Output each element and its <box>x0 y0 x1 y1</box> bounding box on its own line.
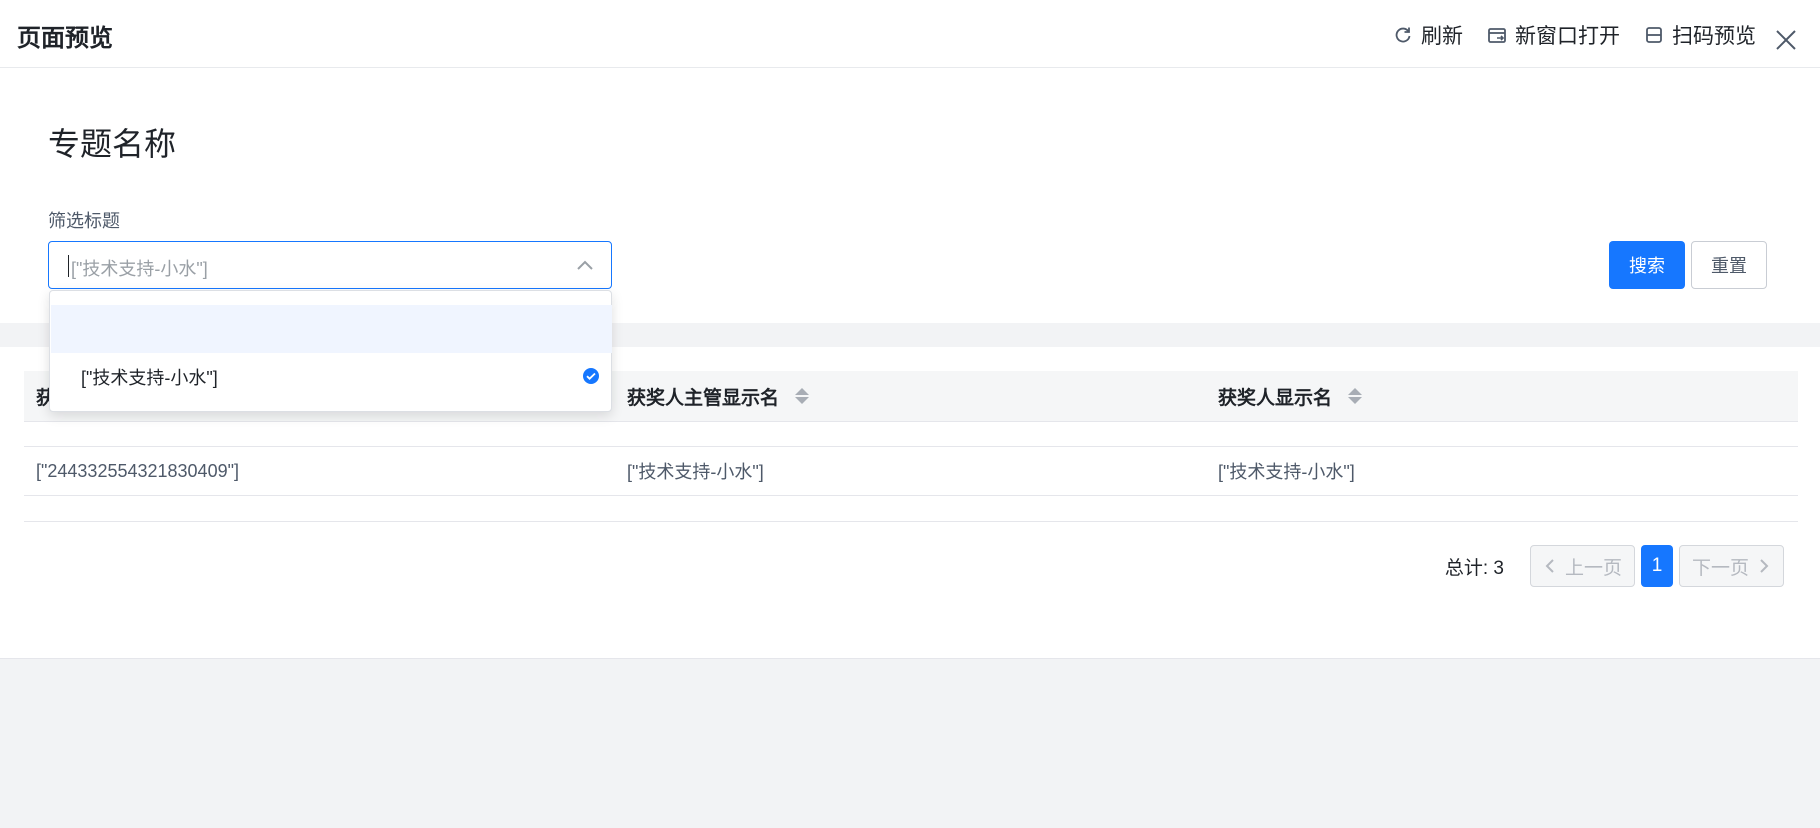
refresh-button[interactable]: 刷新 <box>1393 20 1463 50</box>
header-actions: 刷新 新窗口打开 扫码预览 <box>1393 20 1756 50</box>
scan-preview-label: 扫码预览 <box>1672 25 1756 48</box>
page-title: 页面预览 <box>17 25 113 52</box>
open-new-window-button[interactable]: 新窗口打开 <box>1487 20 1620 50</box>
scan-preview-button[interactable]: 扫码预览 <box>1644 20 1756 50</box>
row-divider <box>24 521 1798 522</box>
close-icon[interactable] <box>1772 26 1800 54</box>
dropdown-option[interactable]: ["技术支持-小水"] <box>51 353 612 401</box>
search-button[interactable]: 搜索 <box>1609 241 1685 289</box>
select-placeholder: ["技术支持-小水"] <box>71 259 208 279</box>
chevron-up-icon[interactable] <box>575 256 595 276</box>
text-cursor <box>68 255 69 277</box>
total-count: 总计: 3 <box>1444 557 1504 579</box>
topic-heading: 专题名称 <box>48 126 177 162</box>
pagination: 总计: 3 上一页 1 下一页 <box>1445 545 1784 587</box>
filter-label: 筛选标题 <box>48 211 120 231</box>
dropdown-option-empty[interactable] <box>51 305 612 353</box>
reset-button[interactable]: 重置 <box>1691 241 1767 289</box>
sort-icon[interactable] <box>1348 388 1363 404</box>
table-row[interactable]: ["244332554321830409"] ["技术支持-小水"] ["技术支… <box>24 447 1798 495</box>
column-header-label: 获奖人主管显示名 <box>627 387 780 409</box>
select-dropdown: ["技术支持-小水"] <box>49 290 612 412</box>
column-header-label: 获奖人显示名 <box>1218 387 1333 409</box>
sort-icon[interactable] <box>795 388 810 404</box>
prev-page-button[interactable]: 上一页 <box>1529 545 1635 587</box>
prev-page-label: 上一页 <box>1564 557 1622 579</box>
column-header[interactable]: 获奖人显示名 <box>1206 371 1797 421</box>
page-background <box>0 658 1820 828</box>
chevron-right-icon <box>1760 559 1769 573</box>
open-new-window-label: 新窗口打开 <box>1515 25 1620 48</box>
filter-panel: 专题名称 筛选标题 ["技术支持-小水"] 搜索 重置 <box>0 69 1820 323</box>
check-circle-icon <box>583 368 599 384</box>
next-page-button[interactable]: 下一页 <box>1678 545 1784 587</box>
chevron-left-icon <box>1545 559 1554 573</box>
preview-header: 页面预览 刷新 新窗口打开 扫码预览 <box>0 0 1820 68</box>
table-cell: ["技术支持-小水"] <box>627 462 764 482</box>
row-divider <box>24 421 1798 422</box>
qrcode-icon <box>1646 27 1662 43</box>
page-number-current[interactable]: 1 <box>1640 545 1673 587</box>
refresh-label: 刷新 <box>1421 25 1463 48</box>
next-page-label: 下一页 <box>1691 557 1749 579</box>
table-cell: ["244332554321830409"] <box>36 460 239 481</box>
refresh-icon <box>1395 27 1411 43</box>
row-divider <box>24 495 1798 496</box>
column-header[interactable]: 获奖人主管显示名 <box>615 371 1206 421</box>
new-window-icon <box>1488 28 1506 43</box>
table-cell: ["技术支持-小水"] <box>1218 462 1355 482</box>
filter-select[interactable]: ["技术支持-小水"] <box>48 241 612 289</box>
dropdown-option-label: ["技术支持-小水"] <box>81 368 218 388</box>
